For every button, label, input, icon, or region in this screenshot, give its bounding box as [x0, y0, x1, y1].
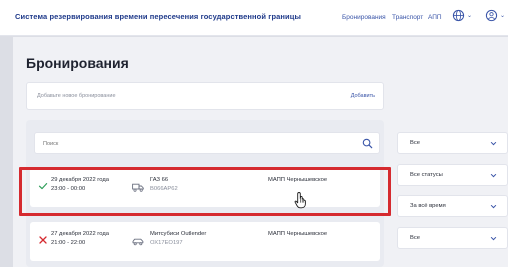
app-title[interactable]: Система резервирования времени пересечен…: [15, 12, 301, 21]
add-booking-hint: Добавьте новое бронирование: [37, 93, 116, 99]
chevron-down-icon: [490, 236, 497, 241]
status-filter-select[interactable]: Все статусы: [397, 164, 508, 186]
globe-icon: [452, 9, 465, 22]
vehicle-model: Митсубиси Outlender: [150, 231, 207, 237]
chevron-down-icon: ⌄: [467, 13, 473, 19]
booking-time: 21:00 - 22:00: [51, 240, 86, 246]
chevron-down-icon: [490, 204, 497, 209]
page-title: Бронирования: [26, 55, 129, 71]
select-value: За всё время: [410, 203, 446, 209]
chevron-down-icon: [490, 141, 497, 146]
select-value: Все: [410, 140, 420, 146]
user-menu[interactable]: ⌄: [485, 9, 505, 22]
hand-cursor-icon: [294, 192, 306, 209]
chevron-down-icon: [490, 173, 497, 178]
language-switcher[interactable]: ⌄: [452, 9, 472, 22]
search-box: [34, 132, 380, 154]
select-value: Все статусы: [410, 172, 443, 178]
add-booking-button[interactable]: Добавить: [351, 93, 375, 99]
search-icon[interactable]: [362, 138, 373, 149]
booking-row[interactable]: 27 декабря 2022 года 21:00 - 22:00 Митсу…: [30, 222, 380, 261]
nav-bookings[interactable]: Бронирования: [342, 14, 386, 21]
select-value: Все: [410, 235, 420, 241]
add-booking-card: Добавьте новое бронирование Добавить: [26, 82, 384, 110]
user-icon: [485, 9, 498, 22]
chevron-down-icon: ⌄: [500, 13, 506, 19]
search-input[interactable]: [43, 137, 343, 150]
top-bar: Система резервирования времени пересечен…: [0, 0, 508, 36]
highlight-box: [19, 167, 391, 216]
checkpoint-filter-select[interactable]: Все: [397, 132, 508, 154]
nav-transport[interactable]: Транспорт: [392, 14, 423, 21]
vehicle-filter-select[interactable]: Все: [397, 227, 508, 249]
car-icon: [132, 238, 144, 246]
booking-date: 27 декабря 2022 года: [51, 231, 109, 237]
period-filter-select[interactable]: За всё время: [397, 195, 508, 217]
cross-icon: [39, 236, 47, 244]
checkpoint-name: МАПП Чернышевское: [268, 231, 328, 237]
vehicle-plate: ОХ17ЕО197: [150, 240, 183, 246]
nav-checkpoints[interactable]: АПП: [428, 14, 442, 21]
